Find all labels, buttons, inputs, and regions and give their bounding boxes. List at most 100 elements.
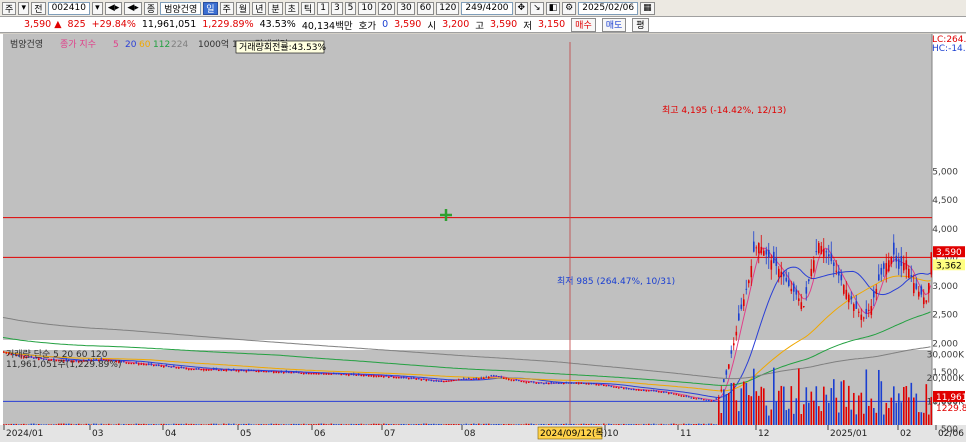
candle-body: [315, 373, 318, 375]
flat-button[interactable]: 평: [632, 17, 649, 32]
sell-button[interactable]: 매도: [601, 17, 627, 32]
legend-ma-5: 5: [113, 40, 119, 50]
toolbar-item-28[interactable]: ⚙: [562, 1, 577, 15]
candle-body: [493, 375, 495, 377]
toolbar-item-12[interactable]: 년: [252, 1, 267, 15]
volume-bar: [815, 386, 818, 425]
toolbar-item-21[interactable]: 30: [397, 1, 415, 15]
candle-body: [460, 379, 463, 381]
toolbar-item-14[interactable]: 초: [284, 1, 299, 15]
volume-bar: [18, 424, 20, 425]
toolbar-item-22[interactable]: 60: [416, 1, 435, 15]
candle-body: [543, 383, 545, 385]
toolbar-item-24[interactable]: 249/4200: [461, 1, 513, 15]
volume-bar: [863, 413, 865, 425]
stock-chart[interactable]: 5,0004,5004,0003,5003,0002,5002,0001,500…: [0, 34, 966, 442]
toolbar-item-23[interactable]: 120: [436, 1, 460, 15]
toolbar-item-29[interactable]: 2025/02/06: [578, 1, 639, 15]
volume-bar: [335, 424, 338, 425]
toolbar-item-7[interactable]: 종: [143, 1, 159, 15]
candle-body: [260, 370, 263, 372]
toolbar-item-0[interactable]: 주: [2, 1, 17, 15]
toolbar-item-3[interactable]: 002410: [47, 1, 90, 15]
price-tag-ma: 3,362: [936, 261, 962, 271]
volume-bar: [565, 423, 568, 425]
volume-bar: [920, 412, 923, 425]
candle-body: [680, 395, 683, 397]
volume-bar: [415, 424, 418, 425]
volume-bar: [328, 424, 330, 425]
toolbar-item-9[interactable]: 일: [203, 1, 218, 15]
toolbar-item-15[interactable]: 틱: [300, 1, 316, 15]
volume-bar: [648, 423, 650, 425]
volume-bar: [855, 414, 858, 425]
volume-bar: [630, 424, 633, 425]
toolbar-item-18[interactable]: 5: [344, 1, 357, 15]
volume-bar: [885, 402, 888, 425]
candle-body: [290, 372, 293, 374]
toolbar-item-2[interactable]: 전: [31, 1, 46, 15]
candle-body: [703, 399, 705, 401]
toolbar-item-11[interactable]: 월: [235, 1, 251, 15]
volume-bar: [260, 424, 263, 425]
candle-body: [698, 398, 700, 400]
volume-bar: [118, 423, 120, 425]
toolbar-item-27[interactable]: ◧: [545, 1, 561, 15]
toolbar-item-19[interactable]: 10: [358, 1, 376, 15]
toolbar-item-20[interactable]: 20: [377, 1, 396, 15]
toolbar-item-26[interactable]: ↘: [530, 1, 544, 15]
candle-body: [810, 268, 813, 277]
toolbar-item-16[interactable]: 1: [317, 1, 329, 15]
volume-bar: [660, 423, 663, 425]
volume-bar: [583, 423, 585, 425]
candle-body: [665, 391, 668, 393]
candle-body: [365, 375, 368, 377]
hoga-label: 호가: [358, 20, 377, 32]
toolbar-item-8[interactable]: 범양건영: [160, 1, 202, 15]
toolbar: 주 ▾ 전 002410 ▾ ◀▸ ◀▸ 종 범양건영 일 주 월 년 분 초 틱 1 3 5 10 20 30 60 120…: [0, 0, 966, 17]
toolbar-item-6[interactable]: ◀▸: [124, 1, 142, 15]
toolbar-item-17[interactable]: 3: [330, 1, 343, 15]
volume-bar: [650, 424, 653, 425]
volume-bar: [768, 415, 770, 425]
volume-bar: [805, 387, 808, 425]
candle-body: [553, 382, 555, 384]
toolbar-item-1[interactable]: ▾: [18, 1, 30, 15]
candle-body: [848, 294, 850, 303]
toolbar-item-30[interactable]: ▦: [640, 1, 655, 15]
volume-bar: [278, 424, 280, 425]
volume-bar: [55, 424, 58, 425]
candle-body: [575, 382, 578, 384]
candle-body: [148, 363, 150, 365]
candle-body: [738, 313, 740, 321]
volume-bar: [23, 423, 25, 425]
toolbar-item-25[interactable]: ✥: [514, 1, 529, 15]
volume-bar: [503, 424, 505, 425]
volume-bar: [705, 424, 708, 425]
volume-bar: [830, 388, 833, 425]
volume-bar: [458, 424, 460, 425]
volume-bar: [873, 408, 875, 425]
candle-body: [205, 369, 208, 371]
candle-body: [513, 379, 515, 381]
buy-button[interactable]: 매수: [571, 17, 596, 32]
candle-body: [523, 381, 525, 383]
candle-body: [200, 369, 203, 371]
volume-bar: [28, 424, 30, 425]
change-pct: +29.84%: [91, 19, 136, 30]
hoga-value: 0: [382, 19, 389, 30]
candle-body: [415, 378, 418, 380]
toolbar-item-13[interactable]: 분: [268, 1, 283, 15]
candle-body: [540, 382, 543, 384]
candle-body: [790, 288, 793, 292]
volume-bar: [175, 423, 178, 425]
candle-body: [325, 373, 328, 375]
toolbar-item-5[interactable]: ◀▸: [104, 1, 123, 15]
volume-bar: [893, 386, 895, 425]
candle-body: [725, 370, 728, 375]
volume-bar: [543, 423, 545, 425]
toolbar-item-10[interactable]: 주: [219, 1, 234, 15]
y-tick-label: 4,500: [932, 196, 958, 206]
toolbar-item-4[interactable]: ▾: [91, 1, 103, 15]
volume-bar: [435, 424, 438, 425]
